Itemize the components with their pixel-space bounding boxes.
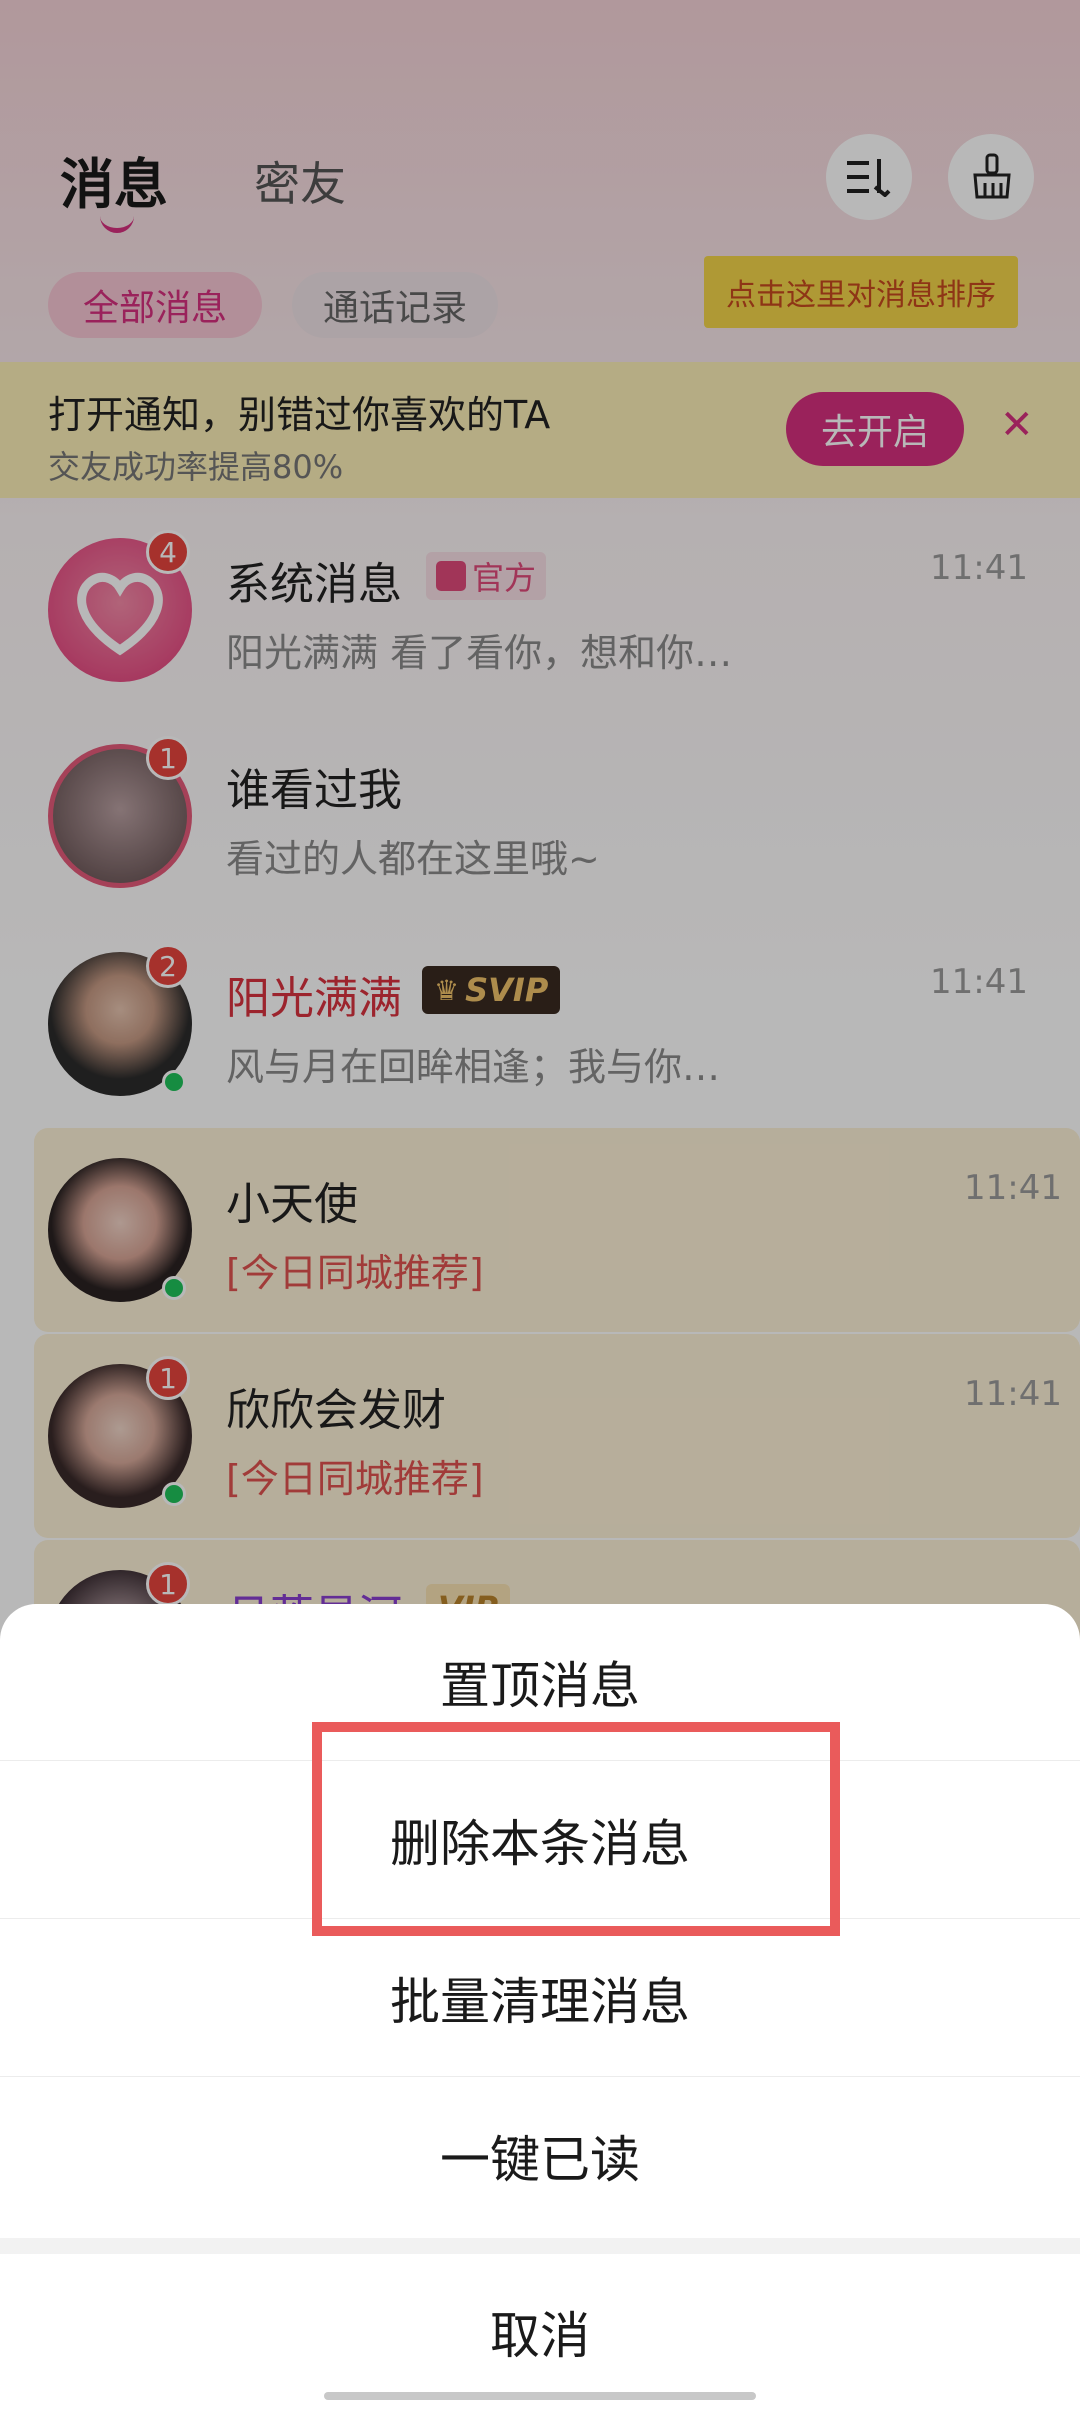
sheet-divider (0, 2238, 1080, 2254)
mark-all-read-option[interactable]: 一键已读 (0, 2078, 1080, 2234)
cancel-button[interactable]: 取消 (0, 2254, 1080, 2410)
batch-clean-option[interactable]: 批量清理消息 (0, 1920, 1080, 2077)
home-indicator (324, 2392, 756, 2400)
highlight-frame (312, 1722, 840, 1936)
